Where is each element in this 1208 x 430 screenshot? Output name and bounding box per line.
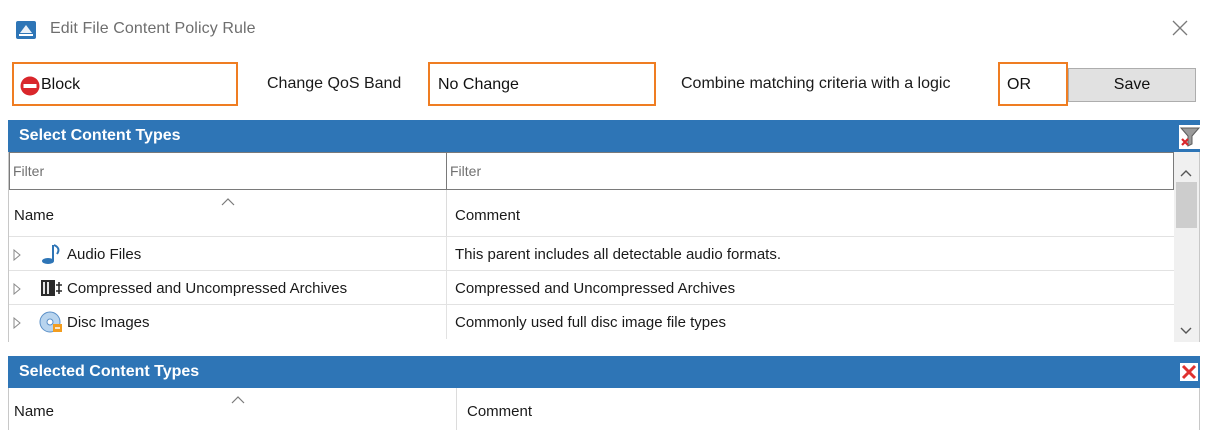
scroll-down-icon[interactable]	[1180, 322, 1192, 334]
select-content-types-header: Select Content Types	[8, 120, 1201, 152]
content-types-grid: Filter Filter Name Comment Audio Files T…	[8, 152, 1200, 342]
column-divider	[446, 237, 447, 271]
scroll-up-icon[interactable]	[1180, 164, 1192, 177]
row-comment: Compressed and Uncompressed Archives	[455, 280, 736, 297]
column-header-name[interactable]: Name	[14, 403, 54, 420]
name-filter-placeholder: Filter	[13, 163, 45, 179]
column-header-comment[interactable]: Comment	[467, 403, 532, 420]
policy-app-icon	[16, 21, 36, 39]
select-content-types-title: Select Content Types	[19, 127, 181, 144]
expand-arrow-icon[interactable]	[13, 316, 21, 330]
qos-band-value: No Change	[438, 76, 519, 93]
selected-types-grid: Name Comment	[8, 388, 1200, 430]
logic-label: Combine matching criteria with a logic	[681, 75, 951, 92]
expand-arrow-icon[interactable]	[13, 248, 21, 262]
expand-arrow-icon[interactable]	[13, 282, 21, 296]
comment-filter-placeholder: Filter	[450, 163, 482, 179]
scrollbar-thumb[interactable]	[1176, 182, 1197, 228]
column-divider	[446, 305, 447, 339]
qos-band-label: Change QoS Band	[267, 75, 402, 92]
qos-band-dropdown[interactable]: No Change	[428, 62, 656, 106]
disc-image-icon	[39, 311, 63, 333]
table-row[interactable]: Disc Images Commonly used full disc imag…	[9, 304, 1174, 339]
action-value: Block	[41, 76, 81, 93]
row-comment: This parent includes all detectable audi…	[455, 246, 782, 263]
block-icon	[20, 76, 40, 96]
close-icon[interactable]	[1168, 16, 1192, 40]
row-name: Compressed and Uncompressed Archives	[67, 280, 348, 297]
filter-row: Filter Filter	[9, 152, 1174, 190]
comment-filter-input[interactable]: Filter	[446, 152, 1174, 190]
table-row[interactable]: Audio Files This parent includes all det…	[9, 236, 1174, 271]
table-row[interactable]: Compressed and Uncompressed Archives Com…	[9, 270, 1174, 305]
column-header-comment[interactable]: Comment	[455, 207, 520, 224]
logic-value: OR	[1007, 76, 1031, 93]
row-name: Disc Images	[67, 314, 150, 331]
action-dropdown[interactable]: Block	[12, 62, 238, 106]
name-filter-input[interactable]: Filter	[9, 152, 448, 190]
delete-icon[interactable]	[1180, 363, 1198, 381]
save-button[interactable]: Save	[1068, 68, 1196, 102]
selected-content-types-header: Selected Content Types	[8, 356, 1200, 388]
archive-icon	[39, 277, 63, 299]
sort-ascending-icon	[231, 391, 245, 404]
clear-filter-icon[interactable]	[1179, 125, 1201, 149]
selected-content-types-title: Selected Content Types	[19, 363, 200, 380]
rule-toolbar: Block Change QoS Band No Change Combine …	[0, 60, 1208, 110]
row-name: Audio Files	[67, 246, 142, 263]
window-title: Edit File Content Policy Rule	[50, 20, 256, 37]
vertical-scrollbar[interactable]	[1174, 152, 1199, 342]
row-comment: Commonly used full disc image file types	[455, 314, 726, 331]
column-divider	[446, 190, 447, 236]
column-divider	[456, 388, 457, 430]
title-bar: Edit File Content Policy Rule	[0, 0, 1208, 56]
logic-dropdown[interactable]: OR	[998, 62, 1068, 106]
column-divider	[446, 271, 447, 305]
audio-note-icon	[39, 243, 63, 265]
column-header-row: Name Comment	[9, 190, 1174, 236]
column-header-name[interactable]: Name	[14, 207, 54, 224]
sort-ascending-icon	[221, 193, 235, 206]
